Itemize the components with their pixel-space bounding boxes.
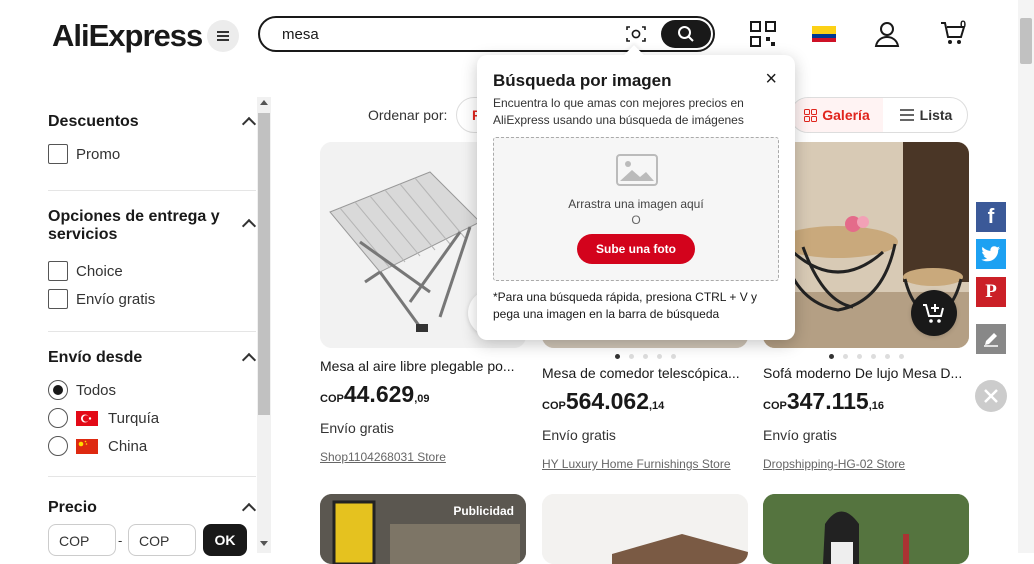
product-price: COP347.115,16 [763, 388, 885, 414]
scroll-down-arrow-icon[interactable] [260, 541, 268, 546]
discounts-title[interactable]: Descuentos [48, 113, 257, 132]
close-icon[interactable]: × [765, 69, 777, 89]
pinterest-icon: P [985, 281, 997, 302]
close-icon [984, 389, 998, 403]
twitter-icon [981, 246, 1000, 262]
facebook-share-button[interactable]: f [976, 202, 1006, 232]
product-price: COP564.062,14 [542, 388, 665, 414]
product-title[interactable]: Sofá moderno De lujo Mesa D... [763, 365, 969, 381]
product-image[interactable]: Publicidad [320, 494, 526, 564]
radio[interactable] [48, 436, 68, 456]
search-input[interactable] [280, 24, 610, 44]
ship-from-section: Envío desde Todos Turquía China [48, 332, 257, 477]
view-toggle: Galería Lista [790, 97, 968, 133]
price-separator: - [118, 533, 123, 548]
page-scroll-thumb[interactable] [1020, 18, 1032, 64]
product-title[interactable]: Mesa de comedor telescópica... [542, 365, 748, 381]
image-placeholder-icon [616, 154, 658, 186]
product-title[interactable]: Mesa al aire libre plegable po... [320, 358, 526, 374]
filter-choice[interactable]: Choice [48, 257, 256, 285]
checkbox[interactable] [48, 144, 68, 164]
share-close-button[interactable] [975, 380, 1007, 412]
store-link[interactable]: Dropshipping-HG-02 Store [763, 457, 969, 471]
price-ok-button[interactable]: OK [203, 524, 247, 556]
store-link[interactable]: HY Luxury Home Furnishings Store [542, 457, 748, 471]
or-text: O [631, 213, 641, 227]
chevron-up-icon [241, 502, 257, 518]
ship-from-china[interactable]: China [48, 432, 256, 460]
radio[interactable] [48, 408, 68, 428]
popup-description: Encuentra lo que amas con mejores precio… [493, 96, 744, 127]
product-photo [763, 494, 969, 564]
image-carousel-dots[interactable] [542, 354, 748, 359]
filter-free-shipping[interactable]: Envío gratis [48, 285, 256, 313]
drop-text: Arrastra una imagen aquí [568, 197, 704, 211]
shipping-label: Envío gratis [763, 427, 837, 443]
list-icon [899, 109, 914, 121]
page-scrollbar[interactable] [1018, 0, 1034, 553]
list-view-button[interactable]: Lista [883, 98, 969, 132]
filter-promo[interactable]: Promo [48, 140, 256, 168]
upload-photo-button[interactable]: Sube una foto [577, 234, 695, 264]
qr-code-icon[interactable] [750, 21, 776, 47]
turkey-flag-icon [76, 410, 98, 426]
product-image[interactable] [763, 494, 969, 564]
image-drop-zone[interactable]: Arrastra una imagen aquí O Sube una foto [493, 137, 779, 281]
search-icon [678, 26, 694, 42]
checkbox[interactable] [48, 261, 68, 281]
discounts-section: Descuentos Promo [48, 100, 257, 191]
facebook-icon: f [987, 205, 995, 228]
sort-label: Ordenar por: [368, 107, 448, 123]
image-carousel-dots[interactable] [763, 354, 969, 359]
menu-button[interactable] [207, 20, 239, 52]
product-image[interactable] [542, 494, 748, 564]
delivery-title[interactable]: Opciones de entrega y servicios [48, 208, 257, 244]
gallery-view-button[interactable]: Galería [791, 98, 883, 132]
edit-icon [984, 333, 998, 347]
store-link[interactable]: Shop1104268031 Store [320, 450, 526, 464]
sidebar-scroll-thumb[interactable] [258, 113, 270, 415]
aliexpress-logo[interactable]: AliExpress [52, 18, 203, 54]
price-section: Precio [48, 477, 257, 518]
chevron-up-icon [241, 116, 257, 132]
cart-count-badge: 0 [960, 19, 967, 31]
chevron-up-icon [241, 218, 257, 234]
chevron-up-icon [241, 352, 257, 368]
paste-tip: *Para una búsqueda rápida, presiona CTRL… [493, 290, 758, 321]
search-bar [258, 16, 715, 52]
grid-icon [804, 108, 818, 122]
shipping-label: Envío gratis [542, 427, 616, 443]
scroll-up-arrow-icon[interactable] [260, 100, 268, 105]
user-icon[interactable] [873, 20, 901, 48]
ship-from-all[interactable]: Todos [48, 376, 256, 404]
ad-label: Publicidad [453, 504, 514, 518]
price-max-input[interactable]: COP [128, 524, 196, 556]
twitter-share-button[interactable] [976, 239, 1006, 269]
product-photo [542, 494, 748, 564]
china-flag-icon [76, 438, 98, 454]
search-button[interactable] [661, 20, 711, 48]
add-to-cart-button[interactable] [911, 290, 957, 336]
ship-from-turkey[interactable]: Turquía [48, 404, 256, 432]
ship-from-title[interactable]: Envío desde [48, 349, 257, 368]
delivery-section: Opciones de entrega y servicios Choice E… [48, 191, 257, 332]
colombia-flag-icon[interactable] [812, 26, 836, 42]
product-price: COP44.629,09 [320, 381, 430, 407]
price-title[interactable]: Precio [48, 499, 257, 518]
menu-icon [217, 35, 229, 37]
popup-title: Búsqueda por imagen [493, 71, 672, 90]
add-cart-icon [923, 304, 944, 323]
pinterest-share-button[interactable]: P [976, 277, 1006, 307]
image-search-popup: Búsqueda por imagen × Encuentra lo que a… [477, 45, 795, 340]
checkbox[interactable] [48, 289, 68, 309]
filter-sidebar: Descuentos Promo Opciones de entrega y s… [48, 100, 257, 518]
radio-selected[interactable] [48, 380, 68, 400]
edit-share-button[interactable] [976, 324, 1006, 354]
shipping-label: Envío gratis [320, 420, 394, 436]
price-min-input[interactable]: COP [48, 524, 116, 556]
camera-search-icon[interactable] [626, 25, 646, 43]
